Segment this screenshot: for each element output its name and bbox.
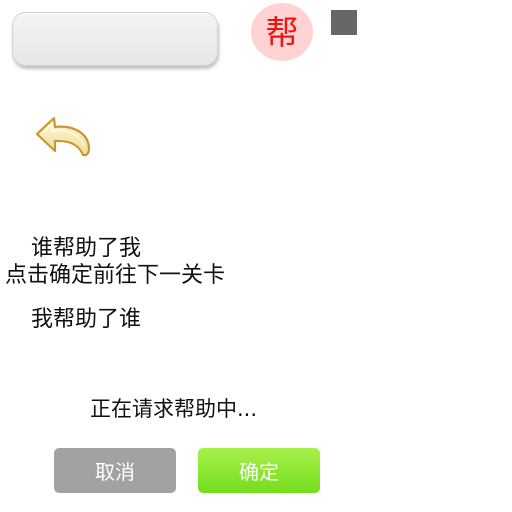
confirm-button-label: 确定: [239, 460, 279, 484]
help-badge[interactable]: 帮: [251, 3, 313, 61]
requesting-help-status: 正在请求帮助中...: [90, 397, 258, 421]
click-confirm-next-level-text: 点击确定前往下一关卡: [5, 263, 226, 288]
cancel-button[interactable]: 取消: [54, 448, 176, 493]
top-input-bar[interactable]: [12, 12, 218, 66]
who-helped-me-text: 谁帮助了我: [31, 236, 142, 261]
gray-square-button[interactable]: [331, 10, 357, 35]
i-helped-whom-text: 我帮助了谁: [31, 307, 142, 332]
page: 帮 谁帮助了我 点击确定前往下一关卡 我帮助了谁 正在请求帮助中... 取消 确…: [0, 0, 512, 512]
cancel-button-label: 取消: [95, 460, 135, 484]
confirm-button[interactable]: 确定: [198, 448, 320, 493]
back-arrow-icon[interactable]: [34, 114, 92, 158]
help-badge-label: 帮: [265, 12, 299, 52]
